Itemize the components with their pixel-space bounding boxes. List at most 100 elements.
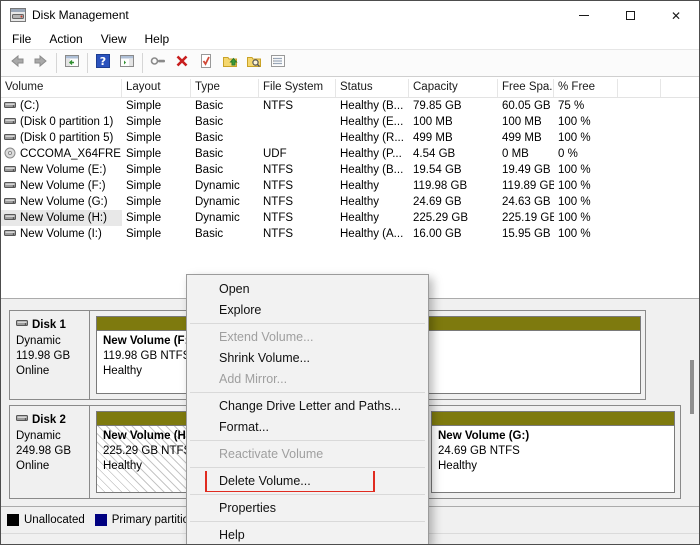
free-space-cell: 0 MB [498, 148, 554, 160]
context-menu-item-properties[interactable]: Properties [187, 498, 428, 519]
help-icon: ? [94, 52, 112, 75]
context-menu-item-format[interactable]: Format... [187, 417, 428, 438]
menubar-item-view[interactable]: View [92, 29, 136, 49]
drive-icon [4, 195, 16, 210]
delete-button[interactable] [170, 51, 194, 75]
context-menu-item-shrink-volume[interactable]: Shrink Volume... [187, 348, 428, 369]
table-row[interactable]: New Volume (E:)SimpleBasicNTFSHealthy (B… [1, 162, 699, 178]
window-title: Disk Management [32, 8, 129, 22]
type-cell: Basic [191, 148, 259, 160]
context-menu-item-delete-volume[interactable]: Delete Volume... [187, 471, 428, 492]
column-header-volume[interactable]: Volume [1, 79, 122, 97]
drive-icon [4, 115, 16, 130]
capacity-cell: 225.29 GB [409, 212, 498, 224]
table-row[interactable]: (Disk 0 partition 1)SimpleBasicHealthy (… [1, 114, 699, 130]
layout-cell: Simple [122, 180, 191, 192]
status-cell: Healthy [336, 212, 409, 224]
column-header-%-free[interactable]: % Free [554, 79, 618, 97]
title-bar: Disk Management ✕ [1, 1, 699, 29]
table-row[interactable]: CCCOMA_X64FRE...SimpleBasicUDFHealthy (P… [1, 146, 699, 162]
volume-panel-body: New Volume (G:)24.69 GB NTFSHealthy [432, 426, 674, 492]
capacity-cell: 4.54 GB [409, 148, 498, 160]
volume-name-cell: (C:) [1, 98, 122, 114]
console-tree-button[interactable] [60, 51, 84, 75]
legend-label: Primary partition [112, 514, 196, 526]
context-menu-item-change-drive-letter-and-paths[interactable]: Change Drive Letter and Paths... [187, 396, 428, 417]
close-icon: ✕ [671, 9, 681, 23]
table-row[interactable]: New Volume (F:)SimpleDynamicNTFSHealthy1… [1, 178, 699, 194]
toolbar-separator [56, 53, 57, 73]
column-header-free-spa-[interactable]: Free Spa... [498, 79, 554, 97]
column-header-type[interactable]: Type [191, 79, 259, 97]
column-header-status[interactable]: Status [336, 79, 409, 97]
context-menu-item-open[interactable]: Open [187, 279, 428, 300]
disk-info-panel[interactable]: Disk 2Dynamic249.98 GBOnline [10, 406, 90, 498]
column-header-layout[interactable]: Layout [122, 79, 191, 97]
disk-name-label: Disk 1 [32, 318, 66, 333]
maximize-button[interactable] [607, 1, 653, 30]
menubar-item-help[interactable]: Help [136, 29, 179, 49]
folder-search-button[interactable] [242, 51, 266, 75]
volume-name-cell: New Volume (F:) [1, 178, 122, 194]
volume-panel-title: New Volume (G:) [438, 429, 674, 444]
disk-management-window: Disk Management ✕ FileActionViewHelp ? V… [0, 0, 700, 545]
type-cell: Basic [191, 100, 259, 112]
rescan-disks-button[interactable] [146, 51, 170, 75]
pct-free-cell: 100 % [554, 132, 618, 144]
column-header-capacity[interactable]: Capacity [409, 79, 498, 97]
close-button[interactable]: ✕ [653, 1, 699, 30]
pct-free-cell: 75 % [554, 100, 618, 112]
forward-button[interactable] [29, 51, 53, 75]
free-space-cell: 499 MB [498, 132, 554, 144]
help-button[interactable]: ? [91, 51, 115, 75]
context-menu-item-explore[interactable]: Explore [187, 300, 428, 321]
volume-name-cell: New Volume (I:) [1, 226, 122, 242]
menubar-item-action[interactable]: Action [40, 29, 91, 49]
capacity-cell: 19.54 GB [409, 164, 498, 176]
column-header-file-system[interactable]: File System [259, 79, 336, 97]
details-button[interactable] [266, 51, 290, 75]
pct-free-cell: 100 % [554, 180, 618, 192]
status-cell: Healthy (E... [336, 116, 409, 128]
volume-panel[interactable]: New Volume (G:)24.69 GB NTFSHealthy [431, 411, 675, 493]
type-cell: Basic [191, 132, 259, 144]
menubar-item-file[interactable]: File [3, 29, 40, 49]
layout-cell: Simple [122, 212, 191, 224]
folder-up-button[interactable] [218, 51, 242, 75]
details-icon [269, 52, 287, 75]
disk-name: Disk 2 [16, 412, 89, 429]
scrollbar-thumb[interactable] [690, 360, 694, 414]
table-row[interactable]: New Volume (H:)SimpleDynamicNTFSHealthy2… [1, 210, 699, 226]
properties-button[interactable] [194, 51, 218, 75]
volume-panel-status: Healthy [438, 459, 674, 474]
legend-swatch [95, 514, 107, 526]
back-button[interactable] [5, 51, 29, 75]
status-cell: Healthy (B... [336, 164, 409, 176]
action-pane-button[interactable] [115, 51, 139, 75]
context-menu-item-help[interactable]: Help [187, 525, 428, 545]
maximize-icon [626, 11, 635, 20]
context-menu-item-reactivate-volume: Reactivate Volume [187, 444, 428, 465]
layout-cell: Simple [122, 164, 191, 176]
table-row[interactable]: (Disk 0 partition 5)SimpleBasicHealthy (… [1, 130, 699, 146]
layout-cell: Simple [122, 100, 191, 112]
volume-name-cell: New Volume (E:) [1, 162, 122, 178]
capacity-cell: 499 MB [409, 132, 498, 144]
volume-name: New Volume (F:) [20, 180, 106, 192]
column-header-blank[interactable] [618, 79, 661, 97]
disk-size: 119.98 GB [16, 349, 89, 364]
volume-color-bar [432, 412, 674, 426]
table-row[interactable]: (C:)SimpleBasicNTFSHealthy (B...79.85 GB… [1, 98, 699, 114]
table-row[interactable]: New Volume (G:)SimpleDynamicNTFSHealthy2… [1, 194, 699, 210]
table-row[interactable]: New Volume (I:)SimpleBasicNTFSHealthy (A… [1, 226, 699, 242]
folder-search-icon [245, 52, 263, 75]
cd-icon [4, 147, 16, 162]
disk-pane-scrollbar[interactable] [686, 308, 698, 504]
menu-bar: FileActionViewHelp [1, 29, 699, 49]
type-cell: Basic [191, 164, 259, 176]
disk-kind: Dynamic [16, 429, 89, 444]
rescan-disks-icon [149, 52, 167, 75]
disk-info-panel[interactable]: Disk 1Dynamic119.98 GBOnline [10, 311, 90, 399]
minimize-button[interactable] [561, 1, 607, 30]
layout-cell: Simple [122, 148, 191, 160]
